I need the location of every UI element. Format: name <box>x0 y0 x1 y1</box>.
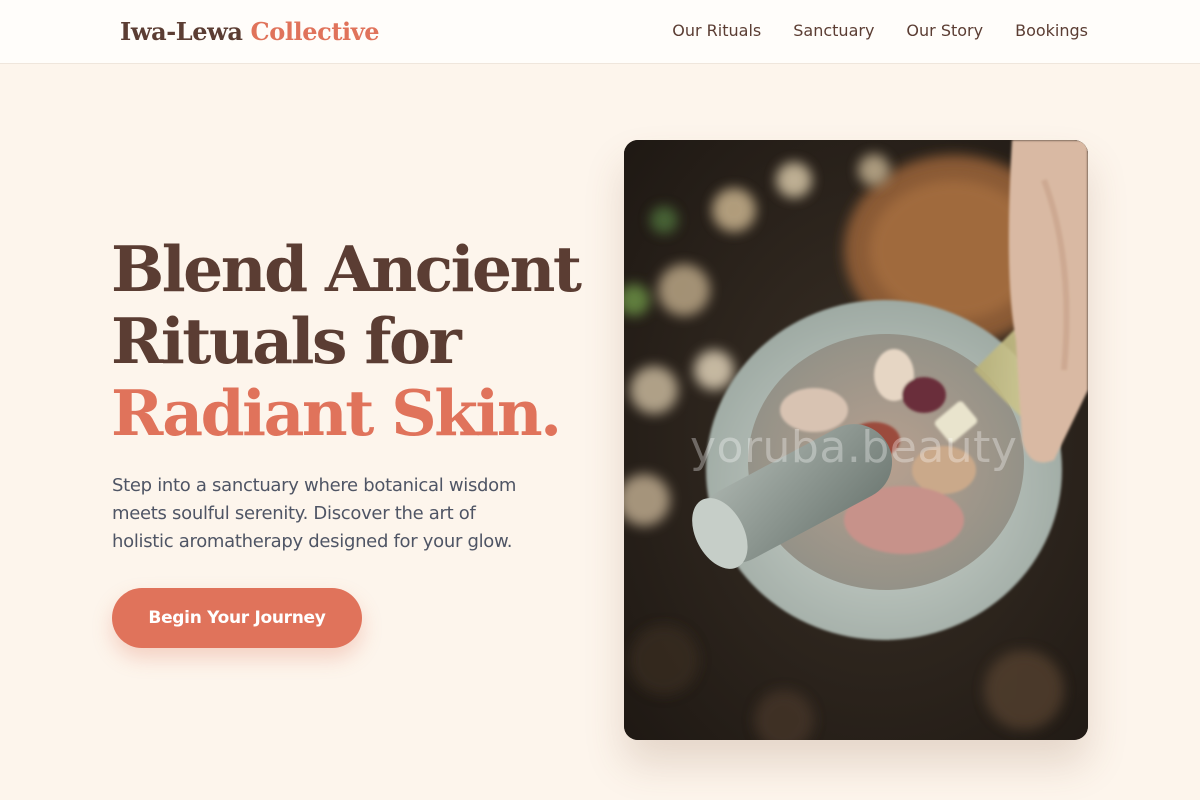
logo-main-text: Iwa-Lewa <box>120 17 243 46</box>
hero-title-accent: Radiant Skin. <box>111 376 562 450</box>
landing-page: Iwa-Lewa Collective Our Rituals Sanctuar… <box>0 0 1200 800</box>
hero-subtitle-line-2: meets soulful serenity. Discover the art… <box>112 503 476 524</box>
site-header: Iwa-Lewa Collective Our Rituals Sanctuar… <box>0 0 1200 64</box>
hero-subtitle-line-3: holistic aromatherapy designed for your … <box>112 531 513 552</box>
hero-image: yoruba.beauty <box>624 140 1088 740</box>
hero-title: Blend Ancient Rituals for Radiant Skin. <box>111 233 611 449</box>
hero-subtitle: Step into a sanctuary where botanical wi… <box>112 472 572 556</box>
logo-accent-text: Collective <box>250 17 380 46</box>
hero-subtitle-line-1: Step into a sanctuary where botanical wi… <box>112 475 517 496</box>
brand-logo[interactable]: Iwa-Lewa Collective <box>120 17 380 46</box>
hero-title-line-2: Rituals for <box>111 304 462 378</box>
nav-link-our-rituals[interactable]: Our Rituals <box>672 21 761 40</box>
nav-link-sanctuary[interactable]: Sanctuary <box>793 21 874 40</box>
hero-title-line-1: Blend Ancient <box>111 232 582 306</box>
begin-journey-button[interactable]: Begin Your Journey <box>112 588 362 648</box>
nav-link-our-story[interactable]: Our Story <box>906 21 983 40</box>
image-watermark: yoruba.beauty <box>690 422 1018 473</box>
nav-link-bookings[interactable]: Bookings <box>1015 21 1088 40</box>
main-nav: Our Rituals Sanctuary Our Story Bookings <box>672 21 1088 40</box>
